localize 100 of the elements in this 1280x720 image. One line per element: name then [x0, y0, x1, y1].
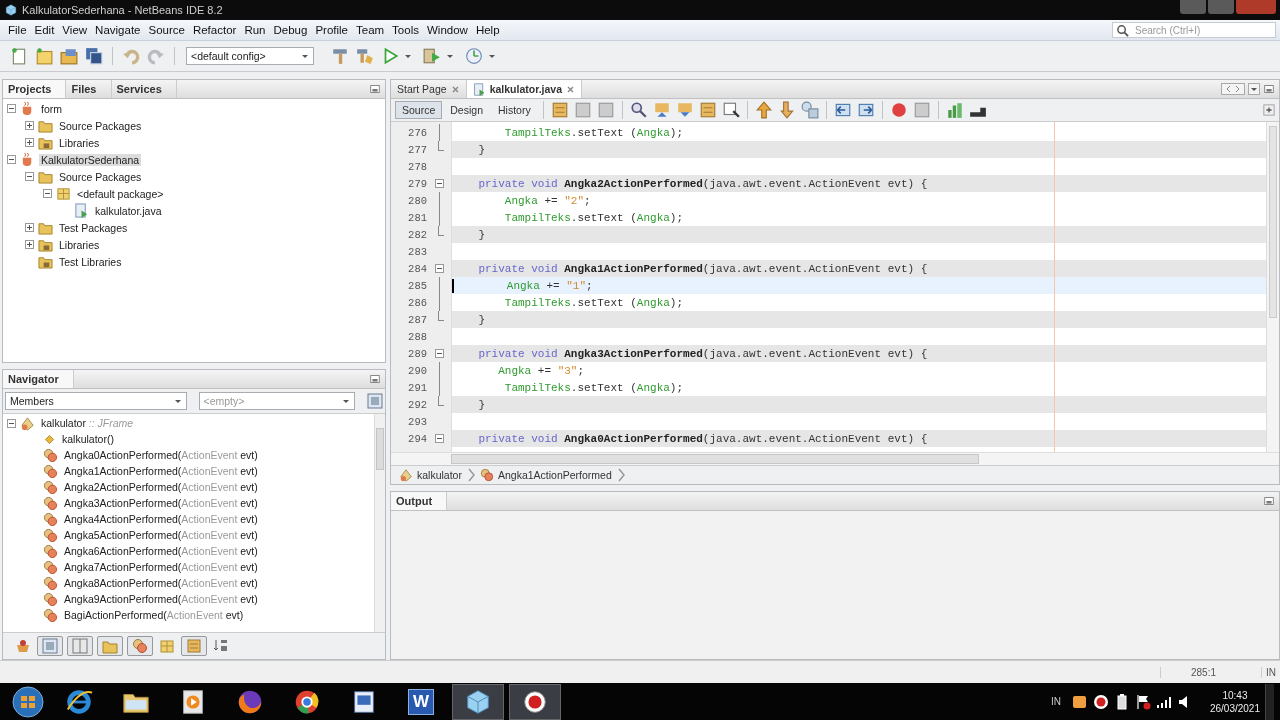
minimize-icon[interactable]: [369, 83, 381, 95]
menu-item[interactable]: Tools: [388, 24, 423, 36]
panel-tab[interactable]: Projects: [3, 80, 67, 98]
breadcrumb-item[interactable]: Angka1ActionPerformed: [479, 468, 612, 482]
view-button[interactable]: History: [490, 101, 538, 119]
menu-item[interactable]: Run: [240, 24, 270, 36]
member-item[interactable]: Angka7ActionPerformed(ActionEvent evt): [62, 561, 260, 573]
menu-item[interactable]: Edit: [30, 24, 59, 36]
collapse-icon[interactable]: [25, 172, 34, 181]
tree-item[interactable]: kalkulator.java: [93, 204, 164, 217]
dropdown-arrow[interactable]: [404, 52, 412, 60]
menu-item[interactable]: File: [4, 24, 31, 36]
taskbar-button[interactable]: [452, 683, 504, 720]
collapse-icon[interactable]: [7, 418, 16, 428]
menu-item[interactable]: Profile: [311, 24, 352, 36]
tab-scroll-icon[interactable]: [1221, 83, 1245, 95]
view-button[interactable]: Source: [395, 101, 443, 119]
scrollbar[interactable]: [1266, 122, 1279, 452]
menu-item[interactable]: Source: [144, 24, 189, 36]
menu-item[interactable]: Window: [422, 24, 472, 36]
member-item[interactable]: Angka5ActionPerformed(ActionEvent evt): [62, 529, 260, 541]
tree-item[interactable]: KalkulatorSederhana: [39, 153, 142, 166]
expand-icon[interactable]: [25, 223, 34, 232]
minimize-icon[interactable]: [1263, 83, 1275, 95]
fqn-button[interactable]: [181, 636, 207, 656]
menu-item[interactable]: Help: [471, 24, 504, 36]
config-dropdown[interactable]: <default config>: [186, 47, 314, 65]
tree-item[interactable]: Source Packages: [57, 119, 144, 132]
scrollbar[interactable]: [391, 452, 1279, 465]
inherited-button[interactable]: [97, 636, 123, 656]
tab-list-icon[interactable]: [1248, 83, 1260, 95]
split-icon[interactable]: [1263, 104, 1275, 116]
non-public-button[interactable]: [127, 636, 153, 656]
flag-icon[interactable]: [1134, 693, 1151, 710]
profile-button[interactable]: [463, 45, 485, 67]
collapse-icon[interactable]: [43, 189, 52, 198]
shapes-button[interactable]: [798, 99, 821, 121]
menu-item[interactable]: Refactor: [188, 24, 241, 36]
tree-item[interactable]: Test Packages: [57, 221, 130, 234]
panel-tab[interactable]: Files: [66, 80, 112, 98]
fold-icon[interactable]: [434, 349, 444, 358]
member-item[interactable]: Angka1ActionPerformed(ActionEvent evt): [62, 465, 260, 477]
fold-icon[interactable]: [434, 264, 444, 273]
member-item[interactable]: BagiActionPerformed(ActionEvent evt): [62, 609, 246, 621]
editor-tab[interactable]: Start Page: [391, 80, 467, 98]
method-icon: [43, 511, 58, 527]
breadcrumb-item[interactable]: kalkulator: [399, 468, 462, 482]
view-button[interactable]: Design: [443, 101, 490, 119]
save-all-button[interactable]: [83, 45, 105, 67]
menu-item[interactable]: Navigate: [91, 24, 145, 36]
member-item[interactable]: Angka8ActionPerformed(ActionEvent evt): [62, 577, 260, 589]
text-cursor: [452, 278, 454, 293]
panel-tab[interactable]: Navigator: [3, 370, 74, 388]
fold-icon[interactable]: [434, 179, 444, 188]
member-item[interactable]: Angka0ActionPerformed(ActionEvent evt): [62, 449, 260, 461]
tree-item[interactable]: <default package>: [75, 187, 166, 200]
member-item[interactable]: Angka4ActionPerformed(ActionEvent evt): [62, 513, 260, 525]
close-icon[interactable]: [450, 84, 460, 94]
dropdown-arrow[interactable]: [488, 52, 496, 60]
collapse-icon[interactable]: [7, 155, 16, 164]
member-item[interactable]: kalkulator(): [60, 433, 116, 445]
scrollbar[interactable]: [374, 414, 385, 632]
new-file-icon: [10, 47, 28, 65]
member-item[interactable]: Angka3ActionPerformed(ActionEvent evt): [62, 497, 260, 509]
dropdown-arrow[interactable]: [446, 52, 454, 60]
app-tray-icon[interactable]: [1071, 693, 1088, 710]
language-indicator[interactable]: IN: [1050, 696, 1061, 707]
close-icon[interactable]: [566, 84, 575, 94]
expand-icon[interactable]: [25, 121, 34, 130]
fold-icon[interactable]: [434, 434, 444, 443]
chevron-icon: [616, 468, 625, 482]
taskbar-button[interactable]: [509, 683, 561, 720]
menu-item[interactable]: Debug: [269, 24, 312, 36]
static-button[interactable]: [67, 636, 93, 656]
member-item[interactable]: Angka9ActionPerformed(ActionEvent evt): [62, 593, 260, 605]
tree-item[interactable]: form: [39, 102, 64, 115]
taskbar-button[interactable]: W: [395, 683, 447, 720]
tree-item[interactable]: Libraries: [57, 136, 102, 149]
tree-item[interactable]: kalkulator :: JFrame: [39, 417, 136, 429]
members-dropdown[interactable]: Members: [5, 392, 187, 410]
search-field[interactable]: Search (Ctrl+I): [1112, 22, 1276, 38]
minimize-icon[interactable]: [1263, 495, 1275, 507]
expand-icon[interactable]: [25, 240, 34, 249]
panel-tab[interactable]: Output: [391, 492, 448, 510]
editor-tab[interactable]: kalkulator.java: [466, 80, 582, 98]
record-icon[interactable]: [1092, 693, 1109, 710]
menu-item[interactable]: Team: [352, 24, 389, 36]
menu-item[interactable]: View: [58, 24, 92, 36]
tree-item[interactable]: Libraries: [57, 238, 102, 251]
minimize-icon[interactable]: [369, 373, 381, 385]
member-item[interactable]: Angka6ActionPerformed(ActionEvent evt): [62, 545, 260, 557]
clock-time[interactable]: 10:43: [1222, 688, 1248, 702]
panel-tab[interactable]: Services: [111, 80, 177, 98]
fields-button[interactable]: [37, 636, 63, 656]
tree-item[interactable]: Source Packages: [57, 170, 144, 183]
expand-icon[interactable]: [25, 138, 34, 147]
tree-item[interactable]: Test Libraries: [57, 255, 124, 268]
member-item[interactable]: Angka2ActionPerformed(ActionEvent evt): [62, 481, 260, 493]
clock-date[interactable]: 26/03/2021: [1209, 701, 1260, 715]
collapse-icon[interactable]: [7, 104, 16, 113]
